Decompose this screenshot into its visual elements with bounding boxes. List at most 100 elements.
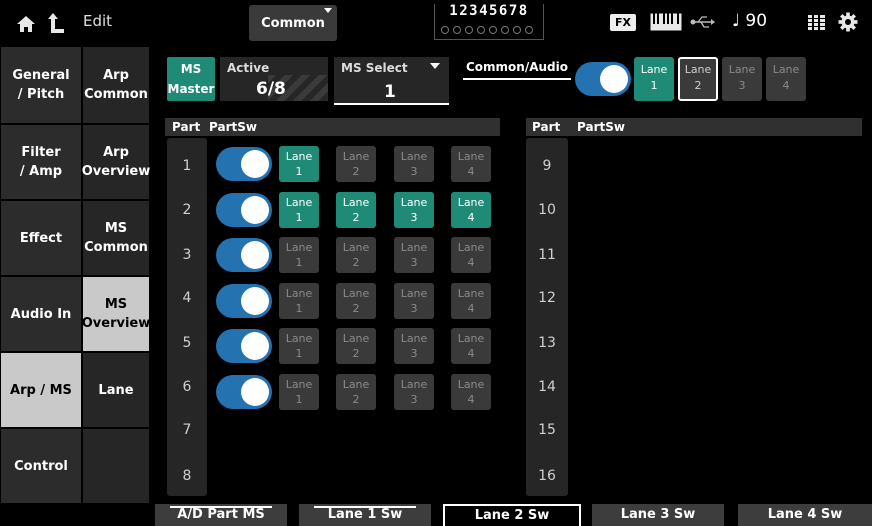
part-switch[interactable] (216, 374, 272, 409)
lane-1-button[interactable]: Lane 1 (279, 191, 319, 228)
lane-4-button[interactable]: Lane 4 (451, 146, 491, 182)
part-number: 4 (182, 290, 192, 306)
nav-general-pitch[interactable]: General / Pitch (0, 46, 82, 124)
lane-3-button[interactable]: Lane 3 (394, 146, 434, 182)
lane-1-button[interactable]: Lane 1 (279, 328, 319, 364)
usb-icon (690, 16, 715, 28)
lane-2-button[interactable]: Lane 2 (336, 146, 376, 182)
part-switch[interactable] (216, 147, 272, 181)
nav-label: Audio In (10, 306, 72, 322)
common-dropdown[interactable]: Common (249, 5, 337, 41)
part-number: 16 (538, 468, 556, 484)
up-arrow-icon[interactable] (48, 12, 66, 34)
nav-lane[interactable]: Lane (82, 352, 150, 428)
tab-ad-part-ms[interactable]: A/D Part MS (155, 504, 287, 526)
lane-1-button[interactable]: Lane 1 (279, 373, 319, 410)
right-table-header: Part PartSw (526, 118, 862, 136)
lane-2-button[interactable]: Lane 2 (336, 237, 376, 273)
header-lane-2-button[interactable]: Lane 2 (678, 57, 718, 101)
part-switch[interactable] (216, 283, 272, 318)
lane-3-button[interactable]: Lane 3 (394, 237, 434, 273)
header-lane-1-button[interactable]: Lane 1 (634, 57, 674, 101)
tab-lane-3-sw[interactable]: Lane 3 Sw (592, 504, 724, 526)
nav-primary: General / Pitch Filter / Amp Effect Audi… (0, 46, 82, 504)
part-number: 6 (182, 379, 192, 395)
ms-master-button[interactable]: MS Master (167, 57, 215, 101)
nav-empty-slot (82, 428, 150, 504)
nav-label: Arp Common (84, 68, 148, 102)
nav-label: Control (14, 458, 68, 474)
lane-3-button[interactable]: Lane 3 (394, 328, 434, 364)
nav-label: MS Common (84, 221, 148, 255)
nav-arp-common[interactable]: Arp Common (82, 46, 150, 124)
lane-2-button[interactable]: Lane 2 (336, 191, 376, 228)
common-audio-switch[interactable] (575, 62, 631, 96)
nav-ms-overview[interactable]: MS Overview (82, 276, 150, 352)
nav-label: Arp / MS (10, 382, 72, 398)
dropdown-arrow-icon (324, 8, 332, 13)
part-switch[interactable] (216, 238, 272, 272)
ms-master-label: MS Master (167, 62, 215, 96)
nav-filter-amp[interactable]: Filter / Amp (0, 124, 82, 200)
tab-lane-4-sw[interactable]: Lane 4 Sw (738, 504, 872, 526)
lane-3-button[interactable]: Lane 3 (394, 373, 434, 410)
part-switch[interactable] (216, 192, 272, 227)
gear-icon[interactable] (838, 12, 858, 32)
part-number: 3 (182, 247, 192, 263)
part-number: 2 (182, 202, 192, 218)
lane-2-button[interactable]: Lane 2 (336, 373, 376, 410)
lane-3-button[interactable]: Lane 3 (394, 282, 434, 319)
tab-lane-2-sw[interactable]: Lane 2 Sw (443, 504, 581, 526)
lane-4-button[interactable]: Lane 4 (451, 373, 491, 410)
partsw-column-header: PartSw (577, 120, 625, 134)
nav-audio-in[interactable]: Audio In (0, 276, 82, 352)
part-number: 5 (182, 335, 192, 351)
part-number: 12 (538, 290, 556, 306)
lane-1-button[interactable]: Lane 1 (279, 237, 319, 273)
common-dropdown-label: Common (261, 16, 325, 31)
home-icon[interactable] (16, 14, 36, 34)
lane-4-button[interactable]: Lane 4 (451, 282, 491, 319)
left-part-column: 1 2 3 4 5 6 7 8 (167, 138, 207, 496)
part-number: 10 (538, 202, 556, 218)
grid-icon[interactable] (808, 15, 825, 31)
dropdown-arrow-icon (430, 63, 440, 69)
right-part-column: 9 10 11 12 13 14 15 16 (526, 138, 568, 496)
active-value: 6/8 (256, 79, 286, 99)
nav-label: MS Overview (81, 297, 151, 331)
nav-control[interactable]: Control (0, 428, 82, 504)
fx-badge[interactable]: FX (610, 14, 636, 31)
active-caption: Active (227, 61, 270, 75)
lane-3-button[interactable]: Lane 3 (394, 191, 434, 228)
part-switch[interactable] (216, 329, 272, 363)
ms-select-field[interactable]: MS Select 1 (334, 57, 449, 105)
lane-1-button[interactable]: Lane 1 (279, 146, 319, 182)
nav-label: Effect (19, 230, 63, 246)
nav-effect[interactable]: Effect (0, 200, 82, 276)
nav-secondary: Arp Common Arp Overview MS Common MS Ove… (82, 46, 150, 504)
part-dots (441, 26, 533, 34)
lane-1-button[interactable]: Lane 1 (279, 282, 319, 319)
header-lane-3-button[interactable]: Lane 3 (722, 57, 762, 101)
nav-arp-overview[interactable]: Arp Overview (82, 124, 150, 200)
active-display: Active 6/8 (220, 57, 328, 101)
keyboard-icon (650, 13, 682, 31)
header-lane-4-button[interactable]: Lane 4 (766, 57, 806, 101)
lane-4-button[interactable]: Lane 4 (451, 237, 491, 273)
lane-4-button[interactable]: Lane 4 (451, 328, 491, 364)
part-column-header: Part (172, 120, 201, 134)
tab-lane-1-sw[interactable]: Lane 1 Sw (299, 504, 431, 526)
nav-arp-ms[interactable]: Arp / MS (0, 352, 82, 428)
bottom-tab-bar: A/D Part MS Lane 1 Sw Lane 2 Sw Lane 3 S… (150, 504, 872, 526)
nav-ms-common[interactable]: MS Common (82, 200, 150, 276)
lane-2-button[interactable]: Lane 2 (336, 282, 376, 319)
lane-4-button[interactable]: Lane 4 (451, 191, 491, 228)
ms-select-caption: MS Select (341, 61, 408, 75)
nav-label: Arp Overview (81, 145, 151, 179)
tempo-display[interactable]: ♩ 90 (732, 11, 767, 31)
part-number: 11 (538, 247, 556, 263)
partsw-column-header: PartSw (209, 120, 257, 134)
part-number: 1 (182, 158, 192, 174)
part-digits: 12345678 (449, 3, 529, 19)
lane-2-button[interactable]: Lane 2 (336, 328, 376, 364)
